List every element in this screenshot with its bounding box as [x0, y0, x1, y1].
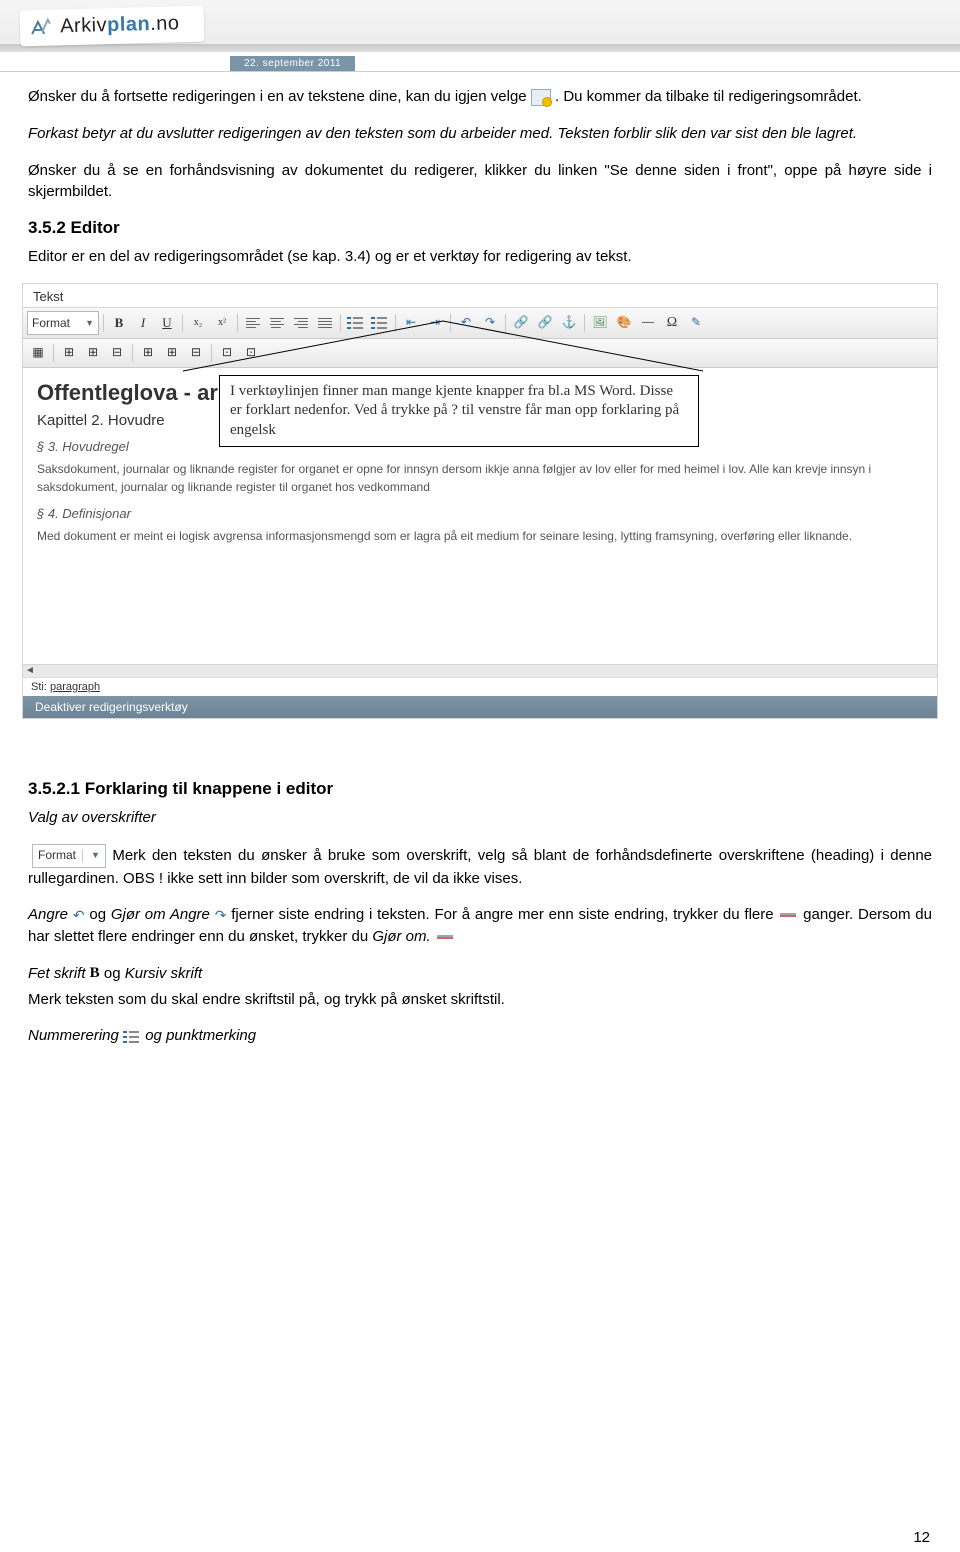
paragraph-forkast: Forkast betyr at du avslutter redigering… — [28, 123, 932, 145]
paragraph-undo-redo: Angre ↶ og Gjør om Angre ↷ fjerner siste… — [28, 904, 932, 948]
editor-body[interactable]: I verktøylinjen finner man mange kjente … — [23, 368, 937, 664]
page-number: 12 — [913, 1529, 930, 1546]
logo-text-1: Arkiv — [60, 14, 108, 37]
numbered-list-icon — [123, 1029, 141, 1044]
paragraph-intro-1: Ønsker du å fortsette redigeringen i en … — [28, 86, 932, 108]
editor-section-4-text: Med dokument er meint ei logisk avgrensa… — [37, 527, 923, 545]
undo-icon: ↶ — [73, 905, 85, 925]
format-select[interactable]: Format▼ — [27, 311, 99, 335]
redo-icon: ↷ — [215, 905, 227, 925]
logo-icon — [30, 18, 53, 41]
heading-352: 3.5.2 Editor — [28, 218, 932, 238]
logo-text-3: .no — [150, 12, 180, 35]
heading-3521: 3.5.2.1 Forklaring til knappene i editor — [28, 779, 932, 799]
row-delete-button[interactable]: ⊟ — [106, 342, 128, 364]
paragraph-editor-intro: Editor er en del av redigeringsområdet (… — [28, 246, 932, 268]
paragraph-bold-italic-2: Merk teksten som du skal endre skriftsti… — [28, 989, 932, 1011]
edit-icon — [531, 89, 551, 106]
page-header: Arkivplan.no 22. september 2011 — [0, 0, 960, 72]
annotation-callout: I verktøylinjen finner man mange kjente … — [219, 375, 699, 448]
italic-button[interactable]: I — [132, 312, 154, 334]
logo-text-2: plan — [107, 13, 151, 36]
row-before-button[interactable]: ⊞ — [58, 342, 80, 364]
row-after-button[interactable]: ⊞ — [82, 342, 104, 364]
status-path-value[interactable]: paragraph — [50, 681, 100, 693]
spacer-icon-2 — [437, 935, 453, 939]
status-path: Sti: paragraph — [23, 677, 937, 696]
deactivate-toolbar-button[interactable]: Deaktiver redigeringsverktøy — [23, 696, 937, 718]
paragraph-format-explain: Format ▼ Merk den teksten du ønsker å br… — [28, 844, 932, 890]
paragraph-bold-italic-1: Fet skrift B og Kursiv skrift — [28, 963, 932, 985]
subheading-overskrifter: Valg av overskrifter — [28, 807, 932, 829]
col-before-button[interactable]: ⊞ — [137, 342, 159, 364]
editor-section-4: § 4. Definisjonar — [37, 506, 923, 521]
editor-screenshot: Tekst Format▼ B I U x₂ x² ⇤ ⇥ ↶ ↷ — [22, 283, 938, 719]
logo: Arkivplan.no — [20, 6, 204, 47]
paragraph-preview: Ønsker du å se en forhåndsvisning av dok… — [28, 160, 932, 204]
date-banner: 22. september 2011 — [230, 56, 355, 71]
bold-icon: B — [90, 963, 100, 985]
bold-button[interactable]: B — [108, 312, 130, 334]
format-dropdown-icon[interactable]: Format ▼ — [32, 844, 106, 868]
editor-section-3-text: Saksdokument, journalar og liknande regi… — [37, 460, 923, 496]
paragraph-lists: Nummerering og punktmerking — [28, 1025, 932, 1047]
editor-tab: Tekst — [23, 284, 937, 308]
document-content: Ønsker du å fortsette redigeringen i en … — [0, 72, 960, 1072]
table-button[interactable]: ▦ — [27, 342, 49, 364]
spacer-icon — [780, 913, 796, 917]
horizontal-scrollbar[interactable]: ◄ — [23, 664, 937, 677]
